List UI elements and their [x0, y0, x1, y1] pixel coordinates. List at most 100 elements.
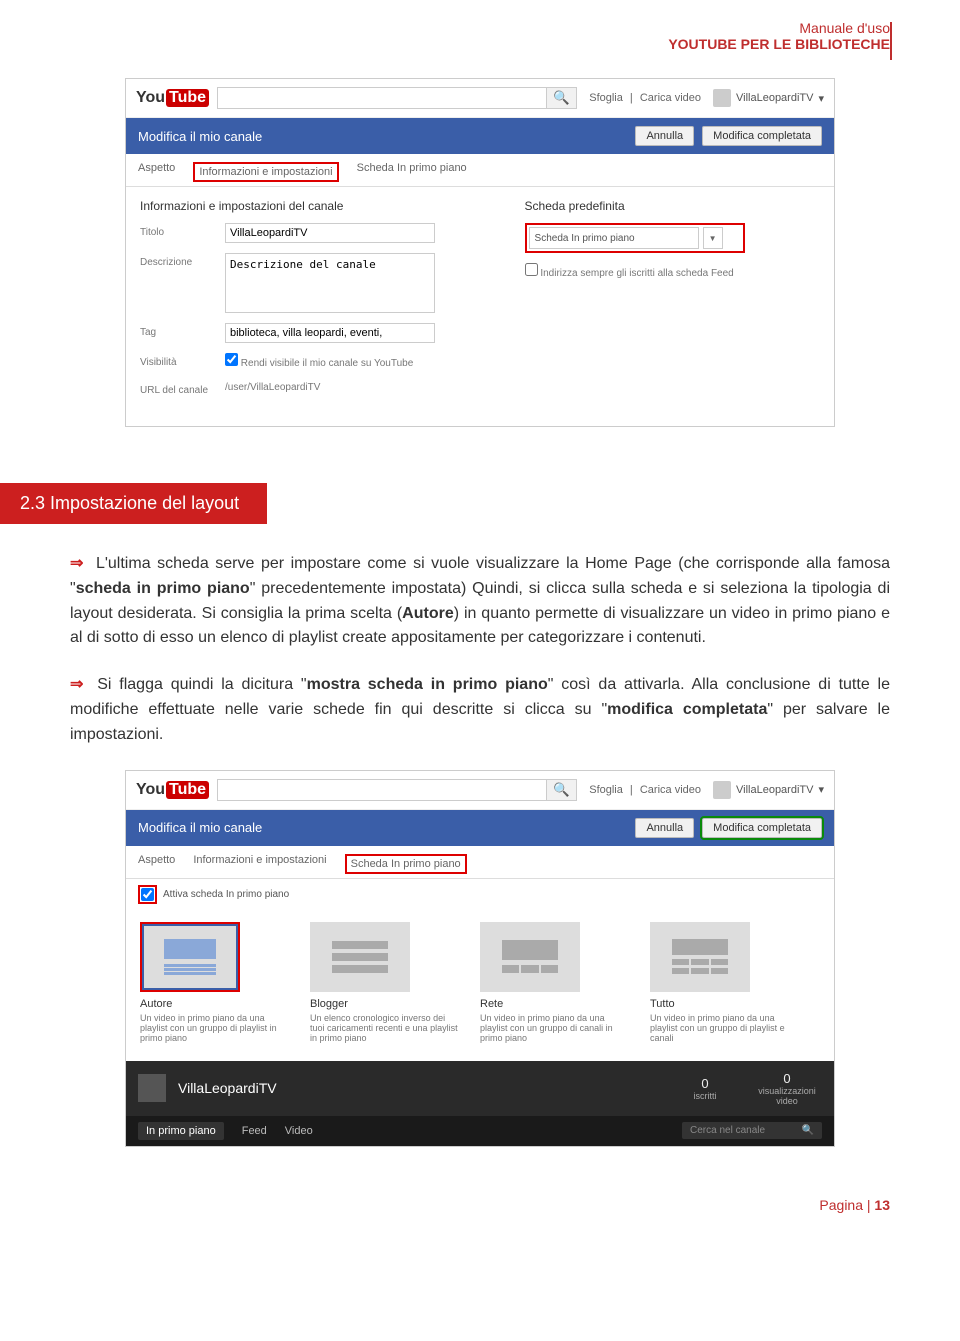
- default-tab-select[interactable]: Scheda In primo piano: [529, 227, 699, 249]
- layout-option-tutto[interactable]: Tutto Un video in primo piano da una pla…: [650, 922, 800, 1043]
- avatar-icon: [713, 89, 731, 107]
- document-body: ⇒ L'ultima scheda serve per impostare co…: [0, 552, 960, 748]
- channel-search[interactable]: Cerca nel canale 🔍: [682, 1122, 822, 1139]
- youtube-logo[interactable]: You Tube: [136, 89, 209, 107]
- label-tag: Tag: [140, 323, 225, 338]
- vis-value: Rendi visibile il mio canale su YouTube: [225, 353, 413, 371]
- link-browse[interactable]: Sfoglia: [589, 784, 623, 796]
- row-vis: Visibilità Rendi visibile il mio canale …: [140, 353, 495, 371]
- layout-name: Blogger: [310, 998, 460, 1010]
- screenshot-1: You Tube 🔍 Sfoglia | Carica video VillaL…: [125, 78, 835, 427]
- vis-text: Rendi visibile il mio canale su YouTube: [241, 358, 414, 369]
- label-url: URL del canale: [140, 381, 225, 396]
- feed-checkbox[interactable]: [525, 263, 538, 276]
- layout-option-rete[interactable]: Rete Un video in primo piano da una play…: [480, 922, 630, 1043]
- tab-featured[interactable]: Scheda In primo piano: [345, 854, 467, 874]
- layout-name: Tutto: [650, 998, 800, 1010]
- logo-tube: Tube: [166, 781, 209, 799]
- user-menu[interactable]: VillaLeopardiTV ▾: [713, 89, 824, 107]
- activate-highlight: [138, 885, 157, 904]
- tab-aspetto[interactable]: Aspetto: [138, 854, 175, 878]
- activate-row: Attiva scheda In primo piano: [126, 879, 834, 910]
- section-heading-wrapper: 2.3 Impostazione del layout: [0, 457, 960, 552]
- layout-option-autore[interactable]: Autore Un video in primo piano da una pl…: [140, 922, 290, 1043]
- arrow-icon: ⇒: [70, 555, 83, 572]
- layout-desc: Un video in primo piano da una playlist …: [650, 1013, 800, 1043]
- search-icon: 🔍: [553, 782, 570, 797]
- cancel-button[interactable]: Annulla: [635, 818, 694, 838]
- stat-l: visualizzazioni video: [758, 1086, 816, 1106]
- tab-row: Aspetto Informazioni e impostazioni Sche…: [126, 154, 834, 187]
- row-desc: Descrizione Descrizione del canale: [140, 253, 495, 313]
- feed-check-label: Indirizza sempre gli iscritti alla sched…: [540, 268, 733, 279]
- stat-l: iscritti: [694, 1091, 717, 1101]
- footer-label: Pagina |: [819, 1197, 874, 1213]
- row-title: Titolo: [140, 223, 495, 243]
- search-box: 🔍: [217, 779, 577, 801]
- vis-checkbox[interactable]: [225, 353, 238, 366]
- logo-you: You: [136, 89, 165, 107]
- dtab-featured[interactable]: In primo piano: [138, 1122, 224, 1140]
- bluebar-title: Modifica il mio canale: [138, 129, 627, 144]
- bluebar: Modifica il mio canale Annulla Modifica …: [126, 118, 834, 154]
- avatar-icon: [713, 781, 731, 799]
- user-name: VillaLeopardiTV: [736, 784, 813, 796]
- input-tag[interactable]: [225, 323, 435, 343]
- tab-info[interactable]: Informazioni e impostazioni: [193, 162, 338, 182]
- logo-you: You: [136, 781, 165, 799]
- input-desc[interactable]: Descrizione del canale: [225, 253, 435, 313]
- p2-b1: mostra scheda in primo piano: [307, 676, 548, 693]
- tab-featured[interactable]: Scheda In primo piano: [357, 162, 467, 186]
- search-icon: 🔍: [553, 90, 570, 105]
- layout-desc: Un video in primo piano da una playlist …: [140, 1013, 290, 1043]
- arrow-icon: ⇒: [70, 676, 83, 693]
- p2-b2: modifica completata: [607, 701, 767, 718]
- bluebar-title: Modifica il mio canale: [138, 820, 627, 835]
- label-vis: Visibilità: [140, 353, 225, 368]
- layout-thumb-autore: [140, 922, 240, 992]
- row-url: URL del canale /user/VillaLeopardiTV: [140, 381, 495, 396]
- link-upload[interactable]: Carica video: [640, 784, 701, 796]
- chevron-down-icon: ▾: [818, 783, 824, 796]
- layout-desc: Un elenco cronologico inverso dei tuoi c…: [310, 1013, 460, 1043]
- search-button[interactable]: 🔍: [547, 779, 577, 801]
- search-box: 🔍: [217, 87, 577, 109]
- channel-avatar: [138, 1074, 166, 1102]
- search-input[interactable]: [217, 779, 547, 801]
- tab-row: Aspetto Informazioni e impostazioni Sche…: [126, 846, 834, 879]
- dtab-feed[interactable]: Feed: [242, 1125, 267, 1137]
- chevron-down-icon[interactable]: ▼: [703, 227, 723, 249]
- done-button[interactable]: Modifica completata: [702, 126, 822, 146]
- layout-option-blogger[interactable]: Blogger Un elenco cronologico inverso de…: [310, 922, 460, 1043]
- link-upload[interactable]: Carica video: [640, 92, 701, 104]
- cancel-button[interactable]: Annulla: [635, 126, 694, 146]
- feed-check-row: Indirizza sempre gli iscritti alla sched…: [525, 263, 820, 281]
- p1-b2: Autore: [402, 605, 454, 622]
- link-browse[interactable]: Sfoglia: [589, 92, 623, 104]
- search-button[interactable]: 🔍: [547, 87, 577, 109]
- done-button[interactable]: Modifica completata: [702, 818, 822, 838]
- layout-options-row: Autore Un video in primo piano da una pl…: [126, 910, 834, 1061]
- screenshot-2: You Tube 🔍 Sfoglia | Carica video VillaL…: [125, 770, 835, 1147]
- dtab-video[interactable]: Video: [285, 1125, 313, 1137]
- p1-b1: scheda in primo piano: [76, 580, 250, 597]
- layout-desc: Un video in primo piano da una playlist …: [480, 1013, 630, 1043]
- youtube-logo[interactable]: You Tube: [136, 781, 209, 799]
- layout-name: Rete: [480, 998, 630, 1010]
- search-input[interactable]: [217, 87, 547, 109]
- user-menu[interactable]: VillaLeopardiTV ▾: [713, 781, 824, 799]
- stat-subscribers: 0 iscritti: [670, 1076, 740, 1101]
- layout-thumb-blogger: [310, 922, 410, 992]
- tab-aspetto[interactable]: Aspetto: [138, 162, 175, 186]
- yt-topbar: You Tube 🔍 Sfoglia | Carica video VillaL…: [126, 79, 834, 118]
- form-head-right: Scheda predefinita: [525, 199, 820, 213]
- activate-checkbox[interactable]: [141, 888, 154, 901]
- layout-thumb-rete: [480, 922, 580, 992]
- search-icon: 🔍: [802, 1125, 814, 1136]
- layout-name: Autore: [140, 998, 290, 1010]
- input-title[interactable]: [225, 223, 435, 243]
- default-tab-highlight: Scheda In primo piano ▼: [525, 223, 745, 253]
- form-area: Informazioni e impostazioni del canale T…: [126, 187, 834, 426]
- tab-info[interactable]: Informazioni e impostazioni: [193, 854, 326, 878]
- stat-views: 0 visualizzazioni video: [752, 1071, 822, 1106]
